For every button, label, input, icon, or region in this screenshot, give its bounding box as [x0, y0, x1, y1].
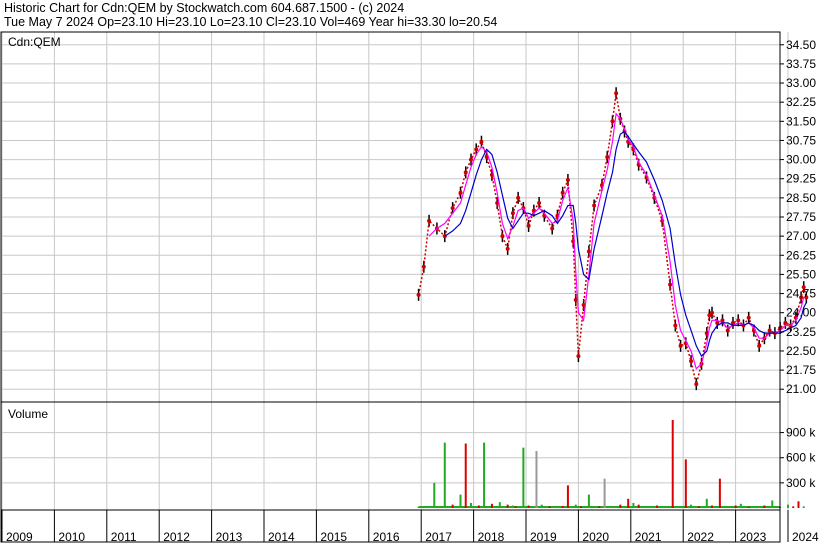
year-tick-label: 2009	[6, 530, 33, 543]
price-tick-label: 23.25	[786, 325, 816, 339]
year-tick-label: 2019	[530, 530, 557, 543]
volume-tick-label: 900 k	[786, 426, 816, 440]
price-tick-label: 32.25	[786, 95, 816, 109]
year-tick-label: 2015	[320, 530, 347, 543]
year-tick-label: 2018	[478, 530, 505, 543]
price-tick-label: 24.75	[786, 287, 816, 301]
year-tick-label: 2017	[425, 530, 452, 543]
year-tick-label: 2024	[792, 530, 819, 543]
price-tick-label: 21.00	[786, 382, 816, 396]
volume-tick-label: 600 k	[786, 451, 816, 465]
volume-bars	[417, 420, 805, 508]
price-tick-label: 22.50	[786, 344, 816, 358]
year-tick-label: 2022	[687, 530, 714, 543]
year-tick-label: 2010	[58, 530, 85, 543]
price-tick-label: 33.75	[786, 57, 816, 71]
volume-panel-title: Volume	[8, 407, 48, 421]
price-tick-label: 21.75	[786, 363, 816, 377]
volume-y-ticks: 900 k 600 k 300 k	[780, 426, 816, 490]
volume-tick-label: 300 k	[786, 476, 816, 490]
price-tick-label: 34.50	[786, 38, 816, 52]
price-close-line	[417, 93, 808, 385]
long-moving-average-line	[444, 130, 807, 358]
price-tick-label: 27.00	[786, 229, 816, 243]
year-tick-label: 2023	[740, 530, 767, 543]
price-tick-label: 24.00	[786, 306, 816, 320]
year-tick-label: 2013	[216, 530, 243, 543]
year-tick-label: 2014	[268, 530, 295, 543]
year-tick-label: 2011	[111, 530, 137, 543]
price-tick-label: 30.00	[786, 153, 816, 167]
price-tick-label: 33.00	[786, 76, 816, 90]
price-tick-label: 28.50	[786, 191, 816, 205]
price-tick-label: 25.50	[786, 267, 816, 281]
price-y-ticks: 34.50 33.75 33.00 32.25 31.50 30.75 30.00 29.25…	[780, 38, 816, 396]
stock-chart: 34.50 33.75 33.00 32.25 31.50 30.75 30.00 29.25…	[0, 31, 819, 543]
price-tick-label: 29.25	[786, 172, 816, 186]
price-series	[416, 87, 809, 391]
price-panel-title: Cdn:QEM	[8, 35, 61, 49]
volume-panel-frame	[0, 401, 781, 511]
chart-grid	[1, 32, 789, 510]
price-tick-label: 30.75	[786, 133, 816, 147]
year-tick-label: 2020	[582, 530, 609, 543]
year-x-ticks: 2009 2010 2011 2012 2013 2014 2015 2016 2017 2018…	[1, 510, 819, 543]
price-tick-label: 31.50	[786, 114, 816, 128]
price-tick-label: 26.25	[786, 248, 816, 262]
year-tick-label: 2012	[163, 530, 190, 543]
year-tick-label: 2021	[635, 530, 662, 543]
year-tick-label: 2016	[373, 530, 400, 543]
price-tick-label: 27.75	[786, 210, 816, 224]
